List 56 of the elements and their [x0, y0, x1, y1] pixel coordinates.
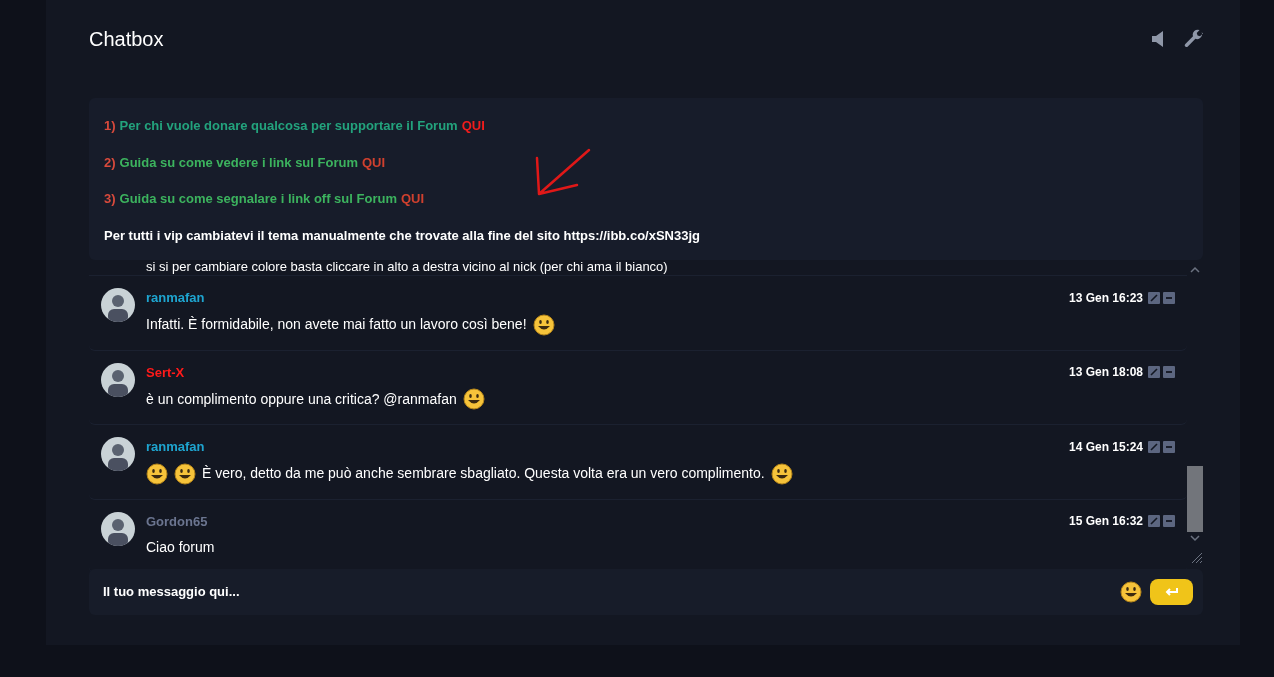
- chatbox-title: Chatbox: [89, 27, 164, 52]
- avatar: [101, 362, 135, 397]
- notice-link[interactable]: QUI: [400, 189, 425, 209]
- resize-grip-icon[interactable]: [1189, 550, 1203, 564]
- message-text: si si per cambiare colore basta cliccare in alto a destra vicino al nick (per chi ama il bianco): [146, 259, 668, 275]
- message-time: 15 Gen 16:32: [1068, 513, 1143, 531]
- send-button[interactable]: [1150, 579, 1193, 605]
- smiley-emoji-icon: [1120, 581, 1142, 603]
- speaker-icon[interactable]: [1152, 31, 1164, 47]
- delete-button[interactable]: [1163, 440, 1175, 453]
- notice-text: Per chi vuole donare qualcosa per supportare il Forum: [119, 117, 458, 135]
- message-input-field[interactable]: Il tuo messaggio qui...: [89, 569, 1112, 615]
- message-text: Ciao forum: [146, 538, 215, 557]
- notice-text: Guida su come segnalare i link off sul Forum: [119, 190, 397, 208]
- notice-number: 1): [104, 117, 116, 135]
- pencil-icon: [1150, 293, 1158, 302]
- wrench-icon[interactable]: [1184, 29, 1204, 49]
- notice-link[interactable]: QUI: [461, 116, 485, 136]
- notice-number: 2): [104, 153, 116, 172]
- notice-number: 3): [104, 190, 116, 208]
- notice-link[interactable]: QUI: [361, 152, 386, 172]
- edit-button[interactable]: [1148, 291, 1160, 304]
- smiley-emoji-icon: [146, 462, 168, 485]
- edit-button[interactable]: [1148, 366, 1160, 379]
- username[interactable]: ranmafan: [146, 437, 205, 457]
- edit-button[interactable]: [1148, 515, 1160, 528]
- smiley-emoji-icon: [532, 313, 555, 336]
- message-text: Infatti. È formidabile, non avete mai fatto un lavoro così bene!: [146, 315, 527, 334]
- avatar: [101, 288, 135, 322]
- pencil-icon: [1150, 368, 1158, 377]
- message-time: 13 Gen 18:08: [1068, 364, 1143, 382]
- edit-button[interactable]: [1148, 440, 1160, 453]
- message-time: 14 Gen 15:24: [1068, 438, 1143, 456]
- pencil-icon: [1150, 442, 1158, 451]
- smiley-emoji-icon: [462, 388, 485, 410]
- smiley-emoji-icon: [770, 462, 793, 485]
- scroll-up-icon[interactable]: [1190, 266, 1200, 274]
- message-time: 13 Gen 16:23: [1068, 289, 1143, 307]
- message-text: è un complimento oppure una critica? @ranmafan: [146, 389, 457, 409]
- avatar: [101, 511, 135, 546]
- username[interactable]: ranmafan: [146, 288, 205, 308]
- notice-footer: Per tutti i vip cambiatevi il tema manualmente che trovate alla fine del sito https://ibb.co/xSN33jg: [104, 225, 1188, 245]
- arrow-drawing: [535, 148, 591, 196]
- delete-button[interactable]: [1163, 366, 1175, 379]
- pencil-icon: [1150, 517, 1158, 526]
- delete-button[interactable]: [1163, 291, 1175, 304]
- username[interactable]: Sert-X: [146, 362, 185, 382]
- scroll-thumb[interactable]: [1187, 466, 1203, 532]
- notice-text: Guida su come vedere i link sul Forum: [119, 153, 358, 172]
- delete-button[interactable]: [1163, 515, 1175, 528]
- enter-icon: [1164, 587, 1179, 597]
- scroll-down-icon[interactable]: [1190, 534, 1200, 542]
- avatar: [101, 437, 135, 471]
- message-text: È vero, detto da me può anche sembrare sbagliato. Questa volta era un vero complimento.: [202, 464, 765, 483]
- smiley-emoji-icon: [174, 462, 196, 485]
- username[interactable]: Gordon65: [146, 511, 208, 531]
